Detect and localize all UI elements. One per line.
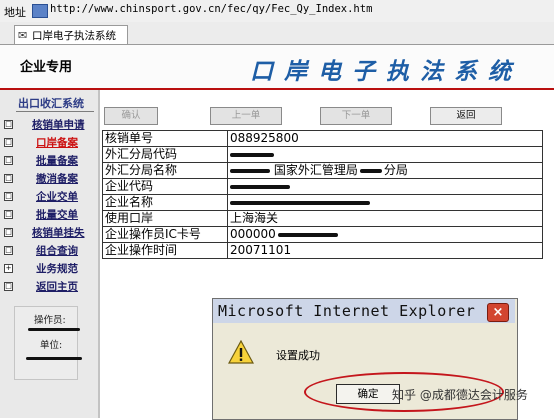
tree-box-icon: □ xyxy=(4,282,13,291)
sidebar-item-batch-submit[interactable]: 批量交单 xyxy=(36,207,78,222)
warning-triangle-icon xyxy=(228,340,254,364)
tab-label: 口岸电子执法系统 xyxy=(32,30,116,42)
tree-box-icon: □ xyxy=(4,174,13,183)
ok-button[interactable]: 确定 xyxy=(336,384,400,404)
row-value-redacted xyxy=(227,194,543,211)
sidebar-item-combined-query[interactable]: 组合查询 xyxy=(36,243,78,258)
header-banner-title: 口岸电子执法系统 xyxy=(250,58,522,85)
table-row: 企业操作员IC卡号 000000 xyxy=(102,226,543,243)
ic-card-number: 000000 xyxy=(230,227,276,241)
sidebar-title: 出口收汇系统 xyxy=(18,97,84,110)
tree-box-icon: □ xyxy=(4,246,13,255)
address-label: 地址 xyxy=(4,6,26,19)
close-icon[interactable]: × xyxy=(487,303,509,322)
row-value: 088925800 xyxy=(227,130,543,147)
row-label: 企业代码 xyxy=(102,178,228,195)
url-field[interactable]: http://www.chinsport.gov.cn/fec/qy/Fec_Q… xyxy=(50,3,372,15)
tree-box-icon: □ xyxy=(4,192,13,201)
row-label: 外汇分局名称 xyxy=(102,162,228,179)
redaction-bar xyxy=(230,200,370,205)
redaction-bar xyxy=(277,232,338,237)
row-label: 使用口岸 xyxy=(102,210,228,227)
row-value-redacted xyxy=(227,178,543,195)
header-enterprise-label: 企业专用 xyxy=(20,60,73,75)
tree-expand-icon[interactable]: + xyxy=(4,264,13,273)
tree-box-icon: □ xyxy=(4,210,13,219)
redaction-bar xyxy=(359,168,382,173)
dialog-title: Microsoft Internet Explorer xyxy=(218,302,476,320)
sidebar-item-port-filing[interactable]: 口岸备案 xyxy=(36,135,78,150)
row-value: 000000 xyxy=(227,226,543,243)
table-row: 核销单号 088925800 xyxy=(102,130,543,147)
tree-box-icon: □ xyxy=(4,228,13,237)
sidebar-item-report-loss[interactable]: 核销单挂失 xyxy=(32,225,85,240)
unit-label: 单位: xyxy=(40,340,63,351)
sidebar-item-verification-apply[interactable]: 核销单申请 xyxy=(32,117,85,132)
dialog-message: 设置成功 xyxy=(276,349,320,362)
redaction-bar xyxy=(230,184,290,189)
redaction-bar xyxy=(230,152,274,157)
sidebar-item-cancel-filing[interactable]: 撤消备案 xyxy=(36,171,78,186)
next-record-button[interactable]: 下一单 xyxy=(320,107,392,125)
row-label: 企业名称 xyxy=(102,194,228,211)
table-row: 外汇分局代码 xyxy=(102,146,543,163)
sidebar-item-batch-filing[interactable]: 批量备案 xyxy=(36,153,78,168)
sidebar-item-business-rules[interactable]: 业务规范 xyxy=(36,261,78,276)
table-row: 企业名称 xyxy=(102,194,543,211)
row-label: 企业操作时间 xyxy=(102,242,228,259)
table-row: 使用口岸 上海海关 xyxy=(102,210,543,227)
row-label: 外汇分局代码 xyxy=(102,146,228,163)
sidebar-item-return-home[interactable]: 返回主页 xyxy=(36,279,78,294)
prev-record-button[interactable]: 上一单 xyxy=(210,107,282,125)
verification-info-table: 核销单号 088925800 外汇分局代码 外汇分局名称 国家外汇管理局 分局 企… xyxy=(102,130,543,259)
tab-page-icon: ✉ xyxy=(18,29,28,42)
tree-box-icon: □ xyxy=(4,138,13,147)
operator-redaction xyxy=(28,328,80,331)
operator-label: 操作员: xyxy=(34,315,66,326)
unit-redaction xyxy=(26,357,82,360)
redaction-bar xyxy=(230,168,270,173)
sidebar-divider xyxy=(16,111,94,112)
bureau-suffix: 分局 xyxy=(383,163,408,177)
bureau-name: 国家外汇管理局 xyxy=(273,163,358,177)
row-value-redacted xyxy=(227,146,543,163)
row-label: 企业操作员IC卡号 xyxy=(102,226,228,243)
tree-box-icon: □ xyxy=(4,156,13,165)
row-value: 20071101 xyxy=(227,242,543,259)
tree-box-icon: □ xyxy=(4,120,13,129)
table-row: 企业代码 xyxy=(102,178,543,195)
row-value: 上海海关 xyxy=(227,210,543,227)
ie-page-icon xyxy=(32,4,48,18)
watermark-text: 知乎 @成都德达会计服务 xyxy=(392,388,528,402)
back-button[interactable]: 返回 xyxy=(430,107,502,125)
table-row: 外汇分局名称 国家外汇管理局 分局 xyxy=(102,162,543,179)
table-row: 企业操作时间 20071101 xyxy=(102,242,543,259)
row-value: 国家外汇管理局 分局 xyxy=(227,162,543,179)
sidebar-item-submit-docs[interactable]: 企业交单 xyxy=(36,189,78,204)
confirm-button[interactable]: 确认 xyxy=(104,107,158,125)
row-label: 核销单号 xyxy=(102,130,228,147)
